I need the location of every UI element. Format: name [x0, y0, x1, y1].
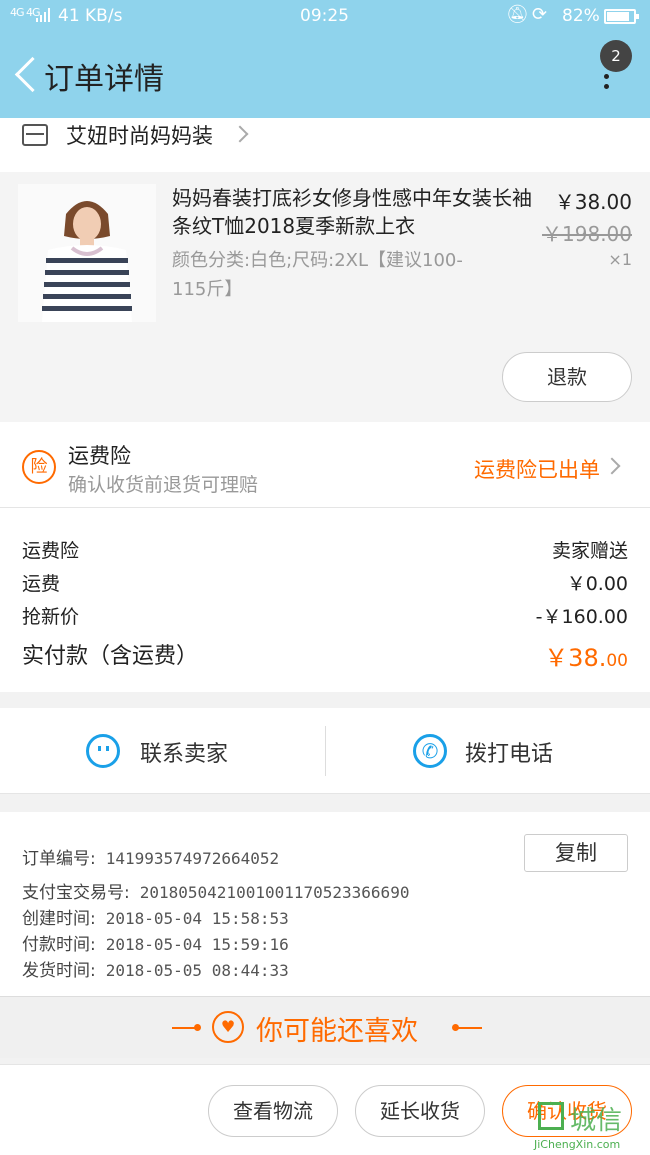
info-label: 支付宝交易号: — [22, 883, 130, 903]
call-phone-label: 拨打电话 — [465, 742, 554, 767]
network-speed: 41 KB/s — [58, 6, 123, 26]
contact-seller-button[interactable]: 联系卖家 — [0, 708, 325, 794]
info-label: 付款时间: — [22, 935, 96, 955]
watermark-logo: 城信 JiChengXin.com — [534, 1100, 650, 1155]
chat-icon — [86, 734, 120, 768]
product-image[interactable] — [18, 184, 156, 322]
title-bar: 订单详情 2 — [0, 32, 650, 118]
chevron-right-icon — [231, 125, 249, 143]
message-count-badge: 2 — [600, 40, 632, 72]
signal-icon — [36, 8, 50, 22]
recommend-header: ♥ 你可能还喜欢 — [0, 996, 650, 1058]
page-title: 订单详情 — [44, 62, 164, 97]
clock: 09:25 — [300, 6, 349, 26]
watermark-text: 城信 — [570, 1106, 623, 1136]
insurance-title: 运费险 — [68, 444, 131, 468]
decor-dot — [194, 1024, 201, 1031]
shop-row[interactable]: 艾妞时尚妈妈装 — [0, 118, 650, 172]
contact-bar: 联系卖家 ✆ 拨打电话 — [0, 708, 650, 794]
shipping-insurance-row[interactable]: 险 运费险 确认收货前退货可理赔 运费险已出单 — [0, 422, 650, 508]
chevron-right-icon — [603, 457, 621, 475]
info-value: 2018050421001001170523366690 — [139, 883, 410, 902]
shop-icon — [22, 124, 48, 146]
insurance-status: 运费险已出单 — [474, 458, 600, 482]
fee-label: 运费险 — [22, 540, 80, 562]
info-value: 141993574972664052 — [105, 849, 280, 868]
insurance-subtitle: 确认收货前退货可理赔 — [68, 474, 259, 496]
total-paid-row: 实付款（含运费） ￥38.00 — [22, 638, 628, 673]
info-label: 订单编号: — [22, 849, 96, 869]
phone-icon: ✆ — [413, 734, 447, 768]
paid-time-row: 付款时间: 2018-05-04 15:59:16 — [22, 930, 289, 956]
created-time-row: 创建时间: 2018-05-04 15:58:53 — [22, 904, 289, 930]
fee-value: ￥0.00 — [566, 573, 628, 595]
shop-name: 艾妞时尚妈妈装 — [66, 124, 213, 148]
status-bar: 4G 4G 41 KB/s 09:25 🔕︎ ⟳ 82% — [0, 0, 650, 32]
total-value-main: ￥38. — [544, 644, 607, 672]
info-value: 2018-05-04 15:58:53 — [105, 909, 289, 928]
contact-seller-label: 联系卖家 — [140, 742, 229, 767]
battery-icon — [604, 9, 639, 24]
info-label: 发货时间: — [22, 961, 96, 981]
more-menu-icon[interactable] — [596, 72, 616, 102]
back-chevron-icon[interactable] — [8, 52, 42, 98]
view-logistics-button[interactable]: 查看物流 — [208, 1085, 338, 1137]
watermark-url: JiChengXin.com — [534, 1138, 621, 1151]
refund-button[interactable]: 退款 — [502, 352, 632, 402]
shipped-time-row: 发货时间: 2018-05-05 08:44:33 — [22, 956, 289, 982]
fee-value: 卖家赠送 — [551, 540, 628, 562]
order-info: 订单编号: 141993574972664052 复制 支付宝交易号: 201805… — [0, 812, 650, 996]
fee-summary: 运费险 卖家赠送 运费 ￥0.00 抢新价 -￥160.00 实付款（含运费） … — [0, 508, 650, 692]
rotation-lock-icon: ⟳ — [532, 4, 548, 25]
fee-value: -￥160.00 — [535, 606, 628, 628]
total-label: 实付款（含运费） — [22, 644, 199, 669]
recommend-title: 你可能还喜欢 — [256, 1016, 418, 1047]
product-quantity: ×1 — [608, 250, 632, 269]
product-item[interactable]: 妈妈春装打底衫女修身性感中年女装长袖条纹T恤2018夏季新款上衣 颜色分类:白色… — [0, 172, 650, 422]
alipay-trade-row: 支付宝交易号: 2018050421001001170523366690 — [22, 878, 409, 904]
product-original-price: ￥198.00 — [542, 222, 632, 246]
fee-label: 抢新价 — [22, 606, 80, 628]
heart-icon: ♥ — [212, 1011, 244, 1043]
total-value: ￥38.00 — [544, 638, 628, 673]
decor-line — [172, 1027, 196, 1029]
product-title[interactable]: 妈妈春装打底衫女修身性感中年女装长袖条纹T恤2018夏季新款上衣 — [172, 184, 532, 240]
info-value: 2018-05-05 08:44:33 — [105, 961, 289, 980]
fee-row-insurance: 运费险 卖家赠送 — [22, 536, 628, 568]
product-price: ￥38.00 — [554, 190, 632, 214]
fee-row-discount: 抢新价 -￥160.00 — [22, 602, 628, 634]
fee-row-shipping: 运费 ￥0.00 — [22, 569, 628, 601]
info-value: 2018-05-04 15:59:16 — [105, 935, 289, 954]
battery-percent: 82% — [562, 6, 600, 26]
product-spec: 颜色分类:白色;尺码:2XL【建议100-115斤】 — [172, 250, 463, 300]
fee-label: 运费 — [22, 573, 61, 595]
insurance-icon: 险 — [22, 450, 56, 484]
extend-receipt-button[interactable]: 延长收货 — [355, 1085, 485, 1137]
call-phone-button[interactable]: ✆ 拨打电话 — [325, 708, 650, 794]
decor-line — [458, 1027, 482, 1029]
watermark-mark — [538, 1102, 564, 1130]
order-number-row: 订单编号: 141993574972664052 — [22, 844, 279, 870]
mute-icon: 🔕︎ — [506, 4, 529, 25]
copy-button[interactable]: 复制 — [524, 834, 628, 872]
info-label: 创建时间: — [22, 909, 96, 929]
total-value-cents: 00 — [606, 651, 628, 671]
